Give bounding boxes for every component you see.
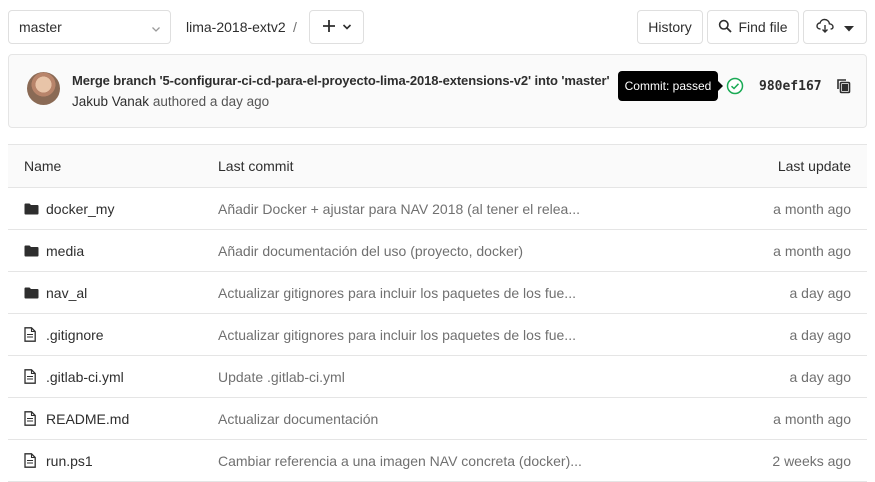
update-time: a month ago — [773, 200, 851, 217]
breadcrumb-project[interactable]: lima-2018-extv2 — [186, 19, 286, 35]
commit-authored-time: authored a day ago — [152, 94, 270, 109]
table-row[interactable]: .gitlab-ci.yml Update .gitlab-ci.yml a d… — [8, 356, 867, 398]
table-row[interactable]: media Añadir documentación del uso (proy… — [8, 230, 867, 272]
file-name[interactable]: run.ps1 — [46, 453, 93, 469]
update-time: 2 weeks ago — [772, 452, 851, 469]
file-icon — [24, 327, 40, 342]
header-last-commit: Last commit — [218, 158, 294, 174]
branch-name: master — [19, 19, 62, 35]
find-file-button[interactable]: Find file — [707, 10, 799, 44]
check-circle-icon[interactable] — [726, 77, 744, 98]
find-file-label: Find file — [738, 19, 788, 35]
table-row[interactable]: .gitignore Actualizar gitignores para in… — [8, 314, 867, 356]
file-name[interactable]: nav_al — [46, 285, 87, 301]
table-row[interactable]: nav_al Actualizar gitignores para inclui… — [8, 272, 867, 314]
file-name[interactable]: media — [46, 243, 84, 259]
file-icon — [24, 411, 40, 426]
file-icon — [24, 369, 40, 384]
file-name-cell[interactable]: run.ps1 — [24, 440, 93, 481]
file-name-cell[interactable]: .gitlab-ci.yml — [24, 356, 124, 397]
update-time: a day ago — [789, 326, 852, 343]
file-name[interactable]: .gitignore — [46, 327, 104, 343]
file-name[interactable]: docker_my — [46, 201, 114, 217]
history-button[interactable]: History — [637, 10, 703, 44]
file-name-cell[interactable]: README.md — [24, 398, 129, 439]
file-name-cell[interactable]: nav_al — [24, 272, 87, 313]
commit-message[interactable]: Actualizar documentación — [218, 398, 588, 439]
file-name-cell[interactable]: docker_my — [24, 188, 114, 229]
table-row[interactable]: docker_my Añadir Docker + ajustar para N… — [8, 188, 867, 230]
copy-icon[interactable] — [836, 78, 852, 97]
commit-author-name[interactable]: Jakub Vanak — [72, 94, 149, 109]
commit-message[interactable]: Añadir Docker + ajustar para NAV 2018 (a… — [218, 188, 588, 229]
folder-icon — [24, 203, 40, 215]
folder-icon — [24, 245, 40, 257]
search-icon — [718, 19, 733, 36]
header-last-update: Last update — [777, 158, 851, 174]
commit-author-line: Jakub Vanak authored a day ago — [72, 94, 269, 109]
chevron-down-icon — [150, 22, 162, 38]
repo-toolbar: master lima-2018-extv2 / History Find fi… — [0, 0, 875, 54]
table-row[interactable]: README.md Actualizar documentación a mon… — [8, 398, 867, 440]
commit-message[interactable]: Actualizar gitignores para incluir los p… — [218, 272, 588, 313]
history-label: History — [648, 19, 692, 35]
update-time: a month ago — [773, 410, 851, 427]
table-header: Name Last commit Last update — [8, 145, 867, 188]
commit-message[interactable]: Cambiar referencia a una imagen NAV conc… — [218, 440, 588, 481]
commit-message[interactable]: Añadir documentación del uso (proyecto, … — [218, 230, 588, 271]
pipeline-status-tooltip: Commit: passed — [618, 71, 723, 101]
file-name[interactable]: .gitlab-ci.yml — [46, 369, 124, 385]
caret-down-icon — [844, 19, 854, 35]
commit-title-link[interactable]: Merge branch '5-configurar-ci-cd-para-el… — [72, 73, 628, 88]
last-commit-panel: Merge branch '5-configurar-ci-cd-para-el… — [8, 54, 867, 128]
update-time: a day ago — [789, 284, 852, 301]
update-time: a day ago — [789, 368, 852, 385]
avatar[interactable] — [27, 72, 60, 105]
breadcrumb-separator: / — [293, 19, 297, 35]
plus-icon — [322, 19, 336, 36]
cloud-download-icon — [816, 18, 834, 37]
header-name: Name — [24, 158, 62, 174]
table-row[interactable]: run.ps1 Cambiar referencia a una imagen … — [8, 440, 867, 482]
update-time: a month ago — [773, 242, 851, 259]
download-dropdown-button[interactable] — [803, 10, 867, 44]
add-file-dropdown-button[interactable] — [309, 10, 364, 44]
commit-message[interactable]: Actualizar gitignores para incluir los p… — [218, 314, 588, 355]
file-name-cell[interactable]: media — [24, 230, 84, 271]
file-name-cell[interactable]: .gitignore — [24, 314, 104, 355]
file-tree-table: Name Last commit Last update docker_my A… — [8, 144, 867, 482]
file-name[interactable]: README.md — [46, 411, 129, 427]
commit-sha[interactable]: 980ef167 — [759, 79, 822, 94]
chevron-down-icon — [342, 19, 352, 35]
file-icon — [24, 453, 40, 468]
folder-icon — [24, 287, 40, 299]
commit-message[interactable]: Update .gitlab-ci.yml — [218, 356, 588, 397]
branch-dropdown[interactable]: master — [8, 10, 171, 44]
